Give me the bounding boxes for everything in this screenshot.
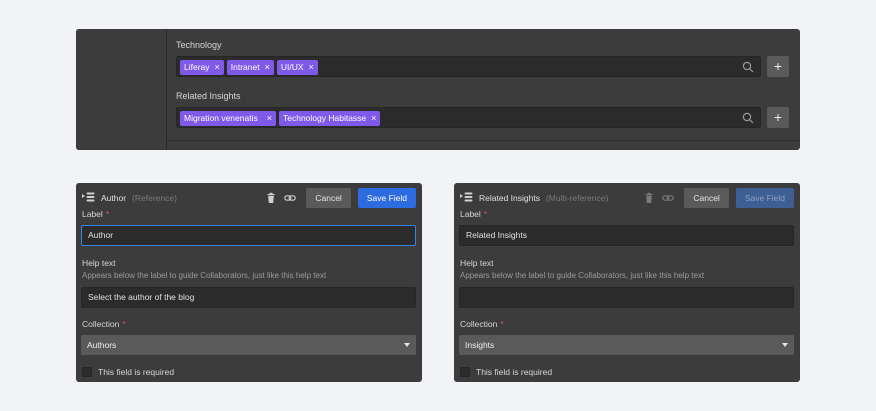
divider	[167, 140, 800, 141]
collection-label: Collection *	[460, 319, 504, 329]
link-icon[interactable]	[662, 192, 675, 204]
label-field-label: Label *	[82, 209, 110, 219]
related-insights-field-card: Related Insights (Multi-reference) Cancel…	[454, 183, 800, 382]
help-text-hint: Appears below the label to guide Collabo…	[460, 271, 705, 280]
tag-technology-habitasse: Technology Habitasse ×	[278, 111, 381, 126]
related-insights-label: Related Insights	[176, 91, 241, 101]
tag-remove-icon[interactable]: ×	[267, 111, 272, 126]
card-toolbar: Cancel Save Field	[643, 188, 794, 208]
required-asterisk: *	[105, 209, 110, 219]
add-related-insight-button[interactable]: +	[767, 107, 789, 128]
required-asterisk: *	[122, 319, 126, 329]
required-asterisk: *	[500, 319, 504, 329]
required-checkbox[interactable]	[460, 367, 470, 377]
top-panel-sidebar	[76, 29, 167, 150]
collection-select[interactable]: Insights	[459, 335, 794, 355]
help-text-label: Help text	[82, 258, 116, 268]
trash-icon[interactable]	[643, 192, 655, 204]
technology-tag-input[interactable]: Liferay × Intranet × UI/UX ×	[176, 56, 761, 77]
tag-remove-icon[interactable]: ×	[215, 60, 220, 75]
field-title: Author (Reference)	[101, 193, 177, 203]
tag-liferay: Liferay ×	[180, 60, 224, 75]
required-asterisk: *	[483, 209, 488, 219]
save-field-button[interactable]: Save Field	[735, 188, 794, 208]
search-icon[interactable]	[742, 112, 754, 124]
collection-select[interactable]: Authors	[81, 335, 416, 355]
card-toolbar: Cancel Save Field	[265, 188, 416, 208]
trash-icon[interactable]	[265, 192, 277, 204]
required-checkbox-label: This field is required	[98, 367, 175, 377]
label-field-label: Label *	[460, 209, 488, 219]
chevron-down-icon	[782, 343, 788, 347]
card-header: Related Insights (Multi-reference) Cancel…	[460, 188, 794, 208]
tag-ui-ux: UI/UX ×	[276, 60, 318, 75]
search-icon[interactable]	[742, 61, 754, 73]
chevron-down-icon	[404, 343, 410, 347]
field-type: (Multi-reference)	[545, 193, 609, 203]
tag-remove-icon[interactable]: ×	[265, 60, 270, 75]
cancel-button[interactable]: Cancel	[306, 188, 351, 208]
card-header: Author (Reference) Cancel Save Field	[82, 188, 416, 208]
technology-label: Technology	[176, 40, 222, 50]
required-checkbox-label: This field is required	[476, 367, 553, 377]
cancel-button[interactable]: Cancel	[684, 188, 729, 208]
tag-migration-venenatis: Migration venenatis ×	[180, 111, 276, 126]
related-insights-tags: Migration venenatis × Technology Habitass…	[180, 111, 381, 126]
link-icon[interactable]	[284, 192, 297, 204]
label-input[interactable]: Author	[81, 225, 416, 246]
required-checkbox[interactable]	[82, 367, 92, 377]
save-field-button[interactable]: Save Field	[357, 188, 416, 208]
help-text-label: Help text	[460, 258, 494, 268]
tag-intranet: Intranet ×	[226, 60, 274, 75]
tag-remove-icon[interactable]: ×	[309, 60, 314, 75]
help-text-input[interactable]: Select the author of the blog	[81, 287, 416, 308]
top-panel: Technology Liferay × Intranet × UI/UX × + R…	[76, 29, 800, 150]
technology-tags: Liferay × Intranet × UI/UX ×	[180, 60, 318, 75]
related-insights-tag-input[interactable]: Migration venenatis × Technology Habitass…	[176, 107, 761, 128]
help-text-hint: Appears below the label to guide Collabo…	[82, 271, 327, 280]
multi-reference-field-icon	[460, 192, 473, 202]
reference-field-icon	[82, 192, 95, 202]
label-input[interactable]: Related Insights	[459, 225, 794, 246]
field-type: (Reference)	[132, 193, 177, 203]
author-field-card: Author (Reference) Cancel Save Field Labe…	[76, 183, 422, 382]
field-title: Related Insights (Multi-reference)	[479, 193, 609, 203]
tag-remove-icon[interactable]: ×	[371, 111, 376, 126]
collection-label: Collection *	[82, 319, 126, 329]
help-text-input[interactable]	[459, 287, 794, 308]
add-technology-button[interactable]: +	[767, 56, 789, 77]
